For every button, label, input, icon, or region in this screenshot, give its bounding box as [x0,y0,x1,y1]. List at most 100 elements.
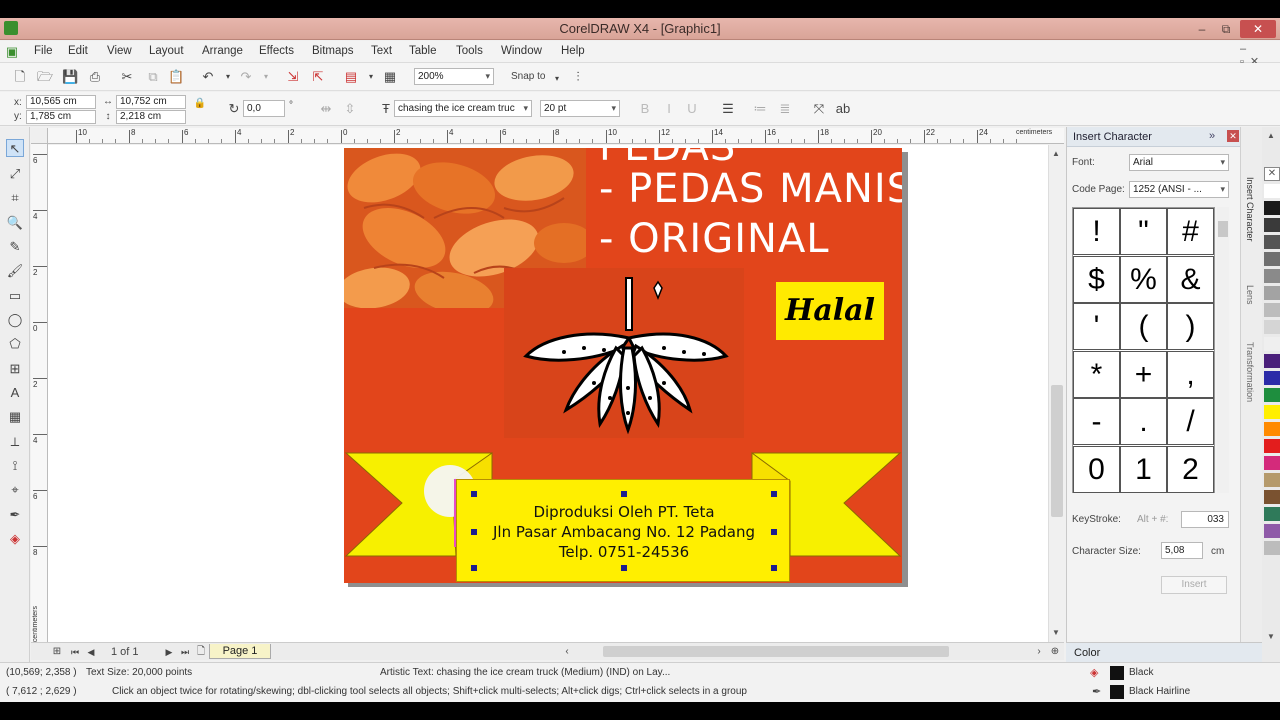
palette-swatch[interactable] [1264,524,1280,538]
add-page-icon[interactable]: 🗋 [193,644,209,660]
menu-window[interactable]: Window [501,45,542,57]
pick-tool-icon[interactable]: ↖ [6,139,24,157]
zoom-level-select[interactable]: 200% [414,68,494,85]
selection-handle[interactable] [471,565,477,571]
character-cell[interactable]: ( [1120,303,1167,350]
font-size-select[interactable]: 20 pt [540,100,620,117]
text-align-icon[interactable]: ☰ [720,101,736,117]
palette-swatch[interactable] [1264,184,1280,198]
side-tab-lens[interactable]: Lens [1245,285,1255,305]
snap-dropdown-icon[interactable]: ▾ [549,71,565,87]
smart-fill-tool-icon[interactable]: 🖌 [6,262,24,280]
character-grid-scrollbar[interactable] [1217,207,1229,493]
banner-line-address[interactable]: Jln Pasar Ambacang No. 12 Padang [457,523,791,541]
side-tab-transformation[interactable]: Transformation [1245,342,1255,402]
label-design[interactable]: PEDAS - PEDAS MANIS - ORIGINAL Halal [344,148,902,583]
character-cell[interactable]: 1 [1120,445,1167,493]
character-cell[interactable]: ! [1073,208,1120,255]
selection-handle[interactable] [771,491,777,497]
character-cell[interactable]: & [1167,255,1214,303]
export-icon[interactable]: ⇱ [310,69,326,85]
rectangle-tool-icon[interactable]: ▭ [6,287,24,305]
selection-handle[interactable] [771,529,777,535]
docker-close-icon[interactable]: ✕ [1227,130,1239,142]
height-field[interactable]: 2,218 cm [116,110,186,124]
scroll-left-icon[interactable]: ‹ [559,644,575,660]
new-icon[interactable]: 🗋 [12,69,28,85]
print-icon[interactable]: ⎙ [87,69,103,85]
selection-handle[interactable] [471,491,477,497]
palette-swatch[interactable] [1264,490,1280,504]
flavor-pedas-manis[interactable]: - PEDAS MANIS [599,166,902,212]
character-cell[interactable]: , [1167,350,1214,398]
vertical-ruler[interactable]: 6 4 2 0 2 4 6 8 centimeters [31,144,48,642]
palette-swatch[interactable] [1264,303,1280,317]
palette-swatch[interactable] [1264,371,1280,385]
selection-handle[interactable] [471,529,477,535]
bold-icon[interactable]: B [637,101,653,117]
table-tool-icon[interactable]: ▦ [6,408,24,426]
character-cell[interactable]: / [1167,398,1214,445]
restore-button[interactable]: ⧉ [1214,20,1238,38]
character-cell[interactable]: 0 [1073,445,1120,493]
redo-icon[interactable]: ↷ [238,69,254,85]
menu-view[interactable]: View [107,45,132,57]
palette-scroll-up-icon[interactable]: ▲ [1267,131,1275,140]
menu-bitmaps[interactable]: Bitmaps [312,45,354,57]
menu-table[interactable]: Table [409,45,437,57]
selection-handle[interactable] [771,565,777,571]
palette-swatch[interactable] [1264,456,1280,470]
palette-swatch[interactable] [1264,269,1280,283]
minimize-button[interactable]: – [1190,20,1214,38]
docker-font-select[interactable]: Arial [1129,154,1229,171]
options-icon[interactable]: ⫶ [570,69,586,85]
no-color-swatch[interactable]: ✕ [1264,167,1280,181]
palette-swatch[interactable] [1264,541,1280,555]
last-page-icon[interactable]: ⏭ [177,644,193,660]
palette-swatch[interactable] [1264,388,1280,402]
palette-swatch[interactable] [1264,337,1280,351]
rotation-angle-field[interactable]: 0,0 [243,100,285,117]
scroll-right-icon[interactable]: › [1031,644,1047,660]
banner-line-producer[interactable]: Diproduksi Oleh PT. Teta [457,503,791,521]
palette-swatch[interactable] [1264,286,1280,300]
zoom-tool-icon[interactable]: 🔍 [6,214,24,232]
ruler-corner[interactable] [31,128,48,144]
eyedropper-tool-icon[interactable]: ⌖ [6,481,24,499]
palette-swatch[interactable] [1264,218,1280,232]
palette-swatch[interactable] [1264,354,1280,368]
palette-scroll-down-icon[interactable]: ▼ [1267,632,1275,641]
palette-swatch[interactable] [1264,473,1280,487]
menu-edit[interactable]: Edit [68,45,88,57]
palette-swatch[interactable] [1264,201,1280,215]
font-list-select[interactable]: chasing the ice cream truc [394,100,532,117]
character-cell[interactable]: * [1073,350,1120,398]
fill-color-swatch[interactable] [1110,666,1124,680]
character-cell[interactable]: # [1167,208,1214,255]
paste-icon[interactable]: 📋 [168,69,184,85]
document-icon[interactable]: ▣ [4,44,20,60]
launcher-dropdown-icon[interactable]: ▾ [363,69,379,85]
lock-ratio-icon[interactable]: 🔒 [192,96,208,112]
character-cell[interactable]: . [1120,398,1167,445]
bullet-list-icon[interactable]: ≔ [752,101,768,117]
undo-dropdown-icon[interactable]: ▾ [220,69,236,85]
scroll-up-icon[interactable]: ▲ [1052,149,1060,158]
character-cell[interactable]: + [1120,350,1167,398]
outline-tool-icon[interactable]: ✒ [6,506,24,524]
banner-line-phone[interactable]: Telp. 0751-24536 [457,543,791,561]
menu-arrange[interactable]: Arrange [202,45,243,57]
character-cell[interactable]: % [1120,255,1167,303]
copy-icon[interactable]: ⧉ [145,69,161,85]
character-cell[interactable]: " [1120,208,1167,255]
menu-tools[interactable]: Tools [456,45,483,57]
polygon-tool-icon[interactable]: ⬠ [6,335,24,353]
previous-page-icon[interactable]: ◀ [83,644,99,660]
character-cell[interactable]: $ [1073,255,1120,303]
scroll-down-icon[interactable]: ▼ [1052,628,1060,637]
selection-handle[interactable] [621,491,627,497]
fill-tool-icon[interactable]: ◈ [6,530,24,548]
outline-color-swatch[interactable] [1110,685,1124,699]
close-button[interactable]: ✕ [1240,20,1276,38]
palette-swatch[interactable] [1264,320,1280,334]
